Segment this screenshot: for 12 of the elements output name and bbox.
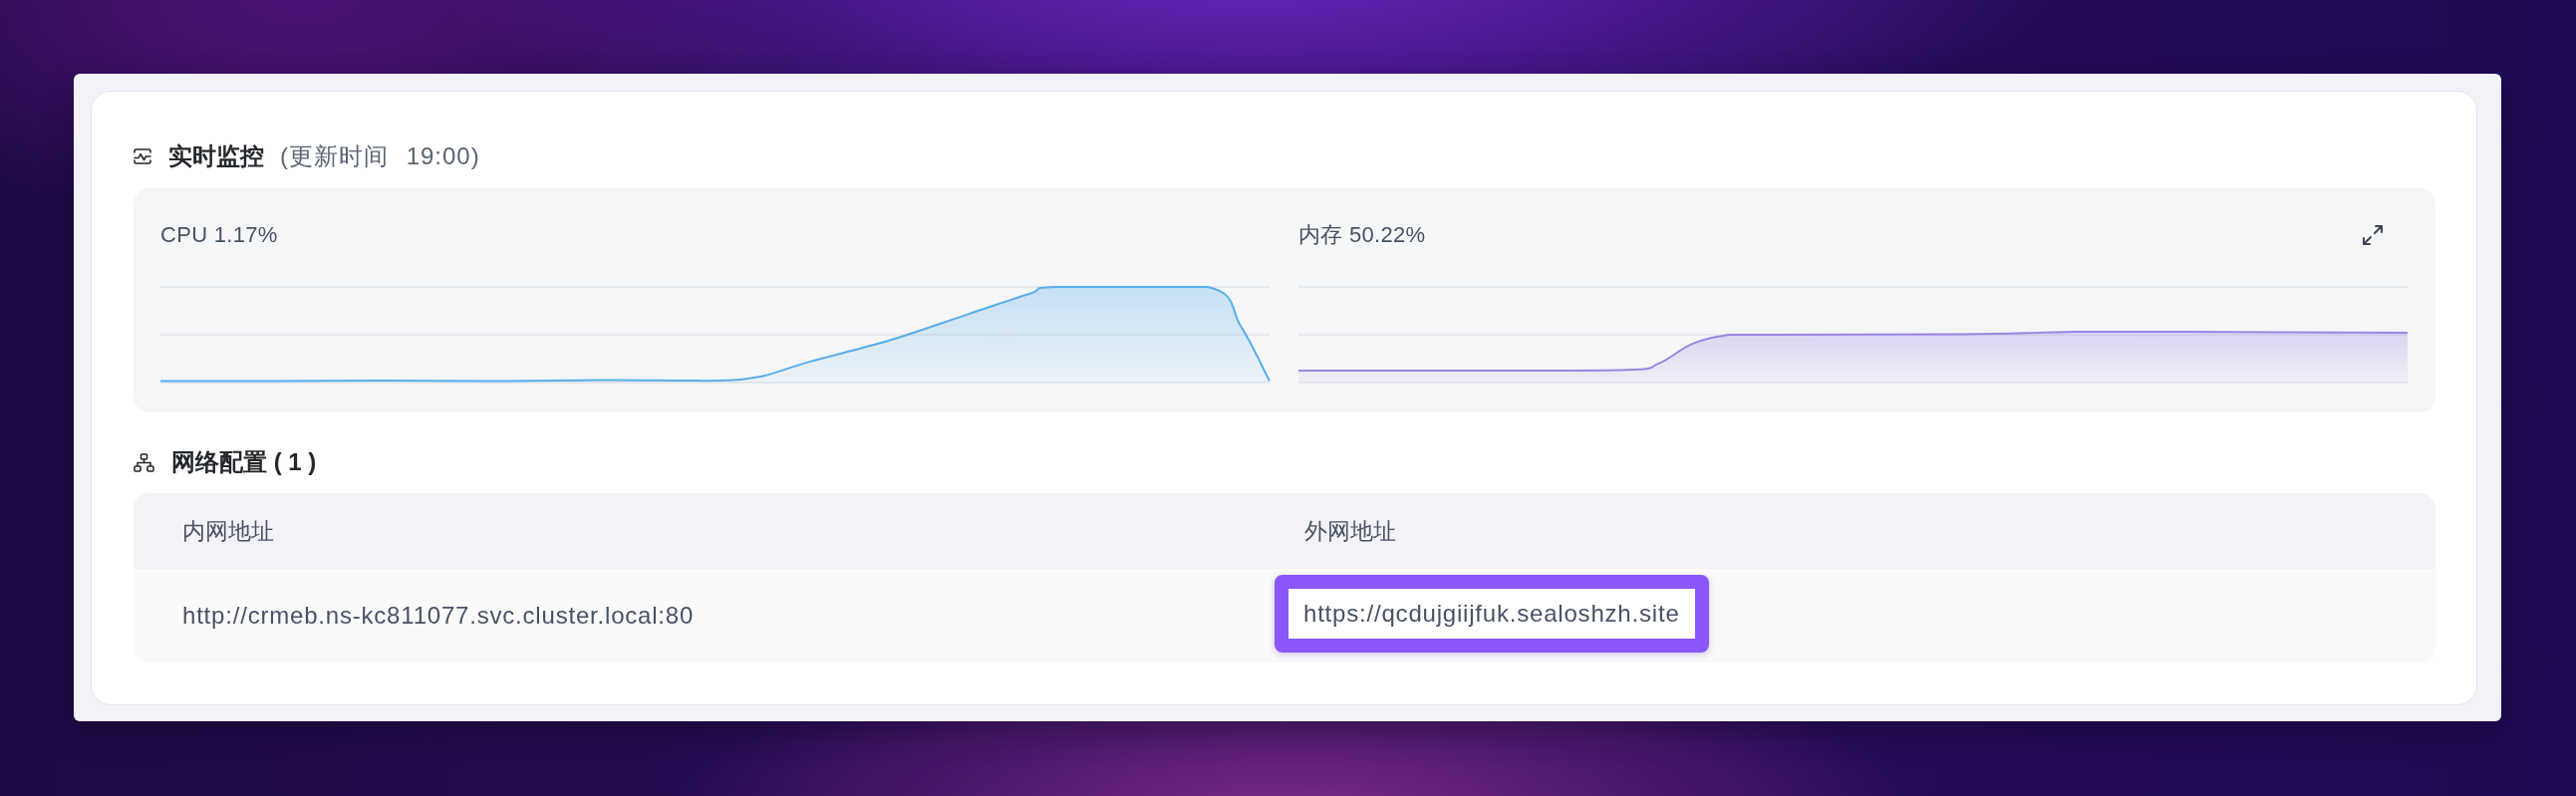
table-cell: https://qcdujgiijfuk.sealoshzh.site	[1303, 600, 1680, 628]
section-title: 网络配置 ( 1 )	[171, 447, 317, 477]
chart-box-icon	[134, 148, 151, 164]
column-header: 内网地址	[181, 516, 275, 546]
expand-icon[interactable]	[2361, 223, 2385, 247]
chart-label: CPU 1.17%	[160, 222, 278, 248]
section-title: 实时监控	[168, 141, 264, 171]
column-header: 外网地址	[1303, 516, 1397, 546]
table-cell-text: http://crmeb.ns-kc811077.svc.cluster.local:80	[181, 601, 696, 631]
sitemap-icon	[134, 452, 154, 472]
chart-label: 内存 50.22%	[1298, 222, 1426, 248]
update-time: (更新时间 19:00)	[280, 141, 480, 171]
